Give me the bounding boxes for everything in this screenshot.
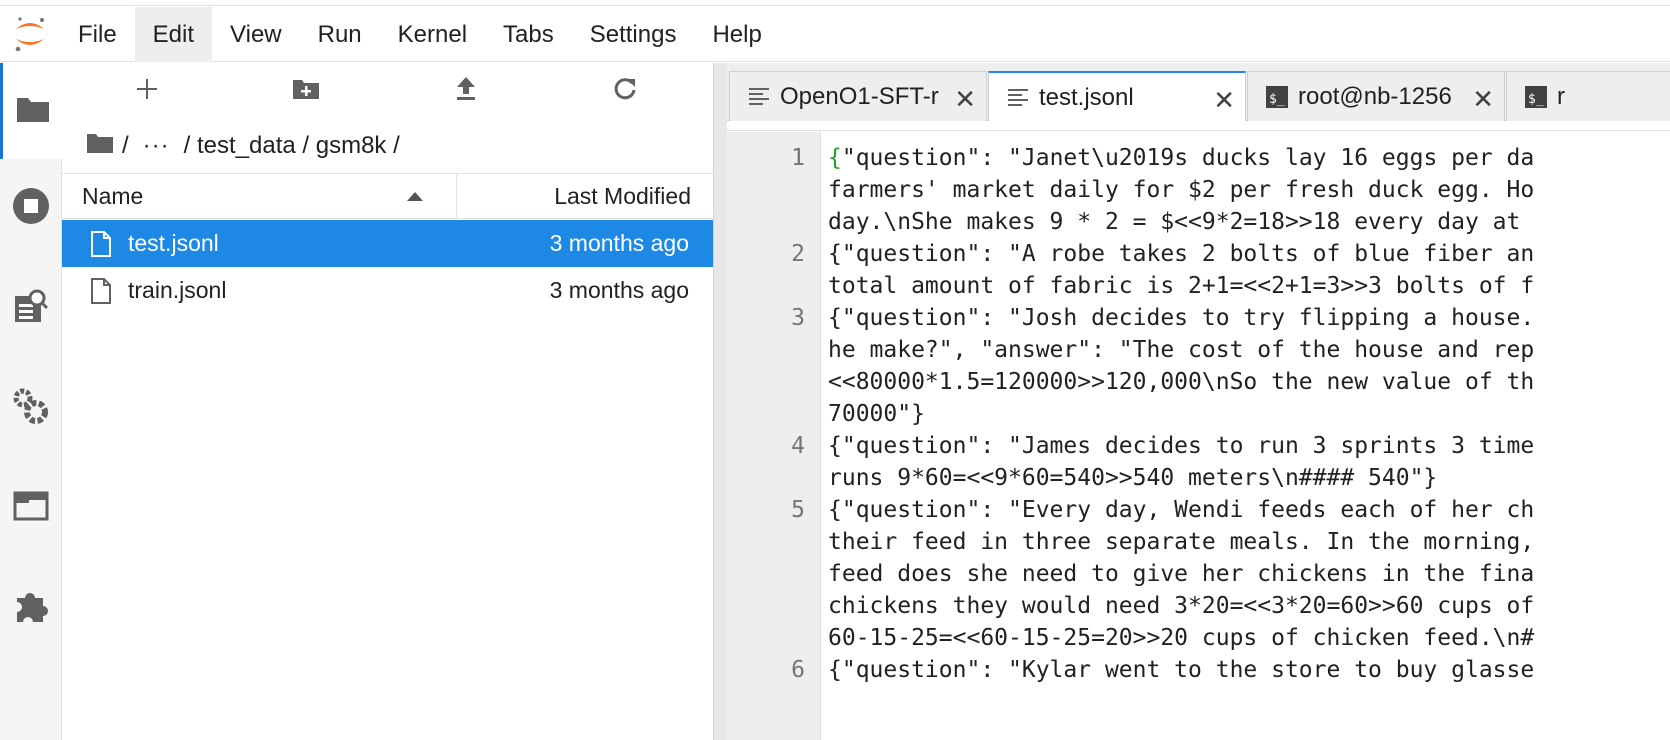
code-line: farmers' market daily for $2 per fresh d… (828, 177, 1535, 203)
breadcrumb-path[interactable]: / test_data / gsm8k / (184, 132, 400, 160)
text-file-icon (748, 87, 770, 107)
code-text: "question": "Janet\u2019s ducks lay 16 e… (841, 145, 1535, 171)
code-line: 70000"} (828, 401, 925, 427)
stop-circle-icon (12, 187, 50, 230)
file-name: test.jsonl (128, 230, 219, 256)
tab-label: test.jsonl (1039, 83, 1134, 111)
menu-settings[interactable]: Settings (572, 7, 695, 62)
tab-window-icon (13, 491, 49, 526)
file-modified: 3 months ago (549, 230, 689, 256)
close-icon[interactable]: ✕ (1472, 84, 1494, 115)
terminal-icon: $_ (1266, 85, 1288, 108)
sidebar-tab-tabs[interactable] (0, 460, 61, 556)
code-line: {"question": "James decides to run 3 spr… (828, 433, 1535, 459)
left-sidebar (0, 63, 62, 740)
line-number: 4 (791, 433, 805, 459)
breadcrumb: / ··· / test_data / gsm8k / (86, 129, 400, 163)
code-line: chickens they would need 3*20=<<3*20=60>… (828, 593, 1535, 619)
column-header-name-label: Name (82, 182, 144, 209)
upload-button[interactable] (446, 75, 486, 107)
line-number: 3 (791, 305, 805, 331)
file-icon (90, 277, 114, 305)
new-launcher-button[interactable] (127, 75, 167, 107)
refresh-button[interactable] (605, 75, 645, 107)
menu-kernel[interactable]: Kernel (380, 7, 485, 62)
line-number: 1 (791, 145, 805, 171)
matching-brace: { (828, 145, 842, 171)
file-row-train-jsonl[interactable]: train.jsonl 3 months ago (62, 267, 713, 314)
file-browser-toolbar (62, 63, 713, 119)
terminal-icon: $_ (1525, 85, 1547, 108)
folder-icon (16, 95, 50, 128)
menu-tabs[interactable]: Tabs (485, 7, 572, 62)
column-header-last-modified-label: Last Modified (554, 182, 691, 209)
plus-icon (136, 78, 158, 105)
line-number: 2 (791, 241, 805, 267)
code-line: {"question": "Josh decides to try flippi… (828, 305, 1535, 331)
new-folder-icon (292, 78, 320, 105)
tab-terminal-second[interactable]: $_ r (1506, 71, 1670, 121)
command-palette-icon (13, 288, 49, 329)
window-top-edge (0, 0, 1670, 6)
menu-run[interactable]: Run (300, 7, 380, 62)
code-line: day.\nShe makes 9 * 2 = $<<9*2=18>>18 ev… (828, 209, 1521, 235)
file-icon (90, 230, 114, 258)
code-line: their feed in three separate meals. In t… (828, 529, 1535, 555)
puzzle-piece-icon (13, 588, 49, 629)
close-icon[interactable]: ✕ (1213, 85, 1235, 116)
file-modified: 3 months ago (549, 277, 689, 303)
code-line: runs 9*60=<<9*60=540>>540 meters\n#### 5… (828, 465, 1438, 491)
tab-test-jsonl[interactable]: test.jsonl ✕ (988, 71, 1246, 122)
jupyter-logo-icon (0, 7, 60, 62)
sidebar-tab-extensions[interactable] (0, 560, 61, 656)
upload-icon (455, 76, 477, 107)
column-header-last-modified[interactable]: Last Modified (457, 174, 713, 218)
code-line: feed does she need to give her chickens … (828, 561, 1535, 587)
menu-edit[interactable]: Edit (134, 6, 213, 62)
code-line: {"question": "Kylar went to the store to… (828, 657, 1535, 683)
sidebar-tab-file-browser[interactable] (0, 63, 62, 159)
tab-label: root@nb-1256 (1298, 82, 1452, 110)
editor-toolbar (727, 121, 1670, 131)
gears-icon (12, 387, 50, 430)
code-line: {"question": "A robe takes 2 bolts of bl… (828, 241, 1535, 267)
svg-text:$_: $_ (1269, 92, 1285, 107)
tab-label: r (1557, 82, 1565, 110)
panel-splitter[interactable] (713, 63, 727, 740)
breadcrumb-ellipsis[interactable]: ··· (143, 132, 170, 160)
menu-help[interactable]: Help (694, 7, 779, 62)
line-number: 5 (791, 497, 805, 523)
sort-ascending-icon (407, 192, 423, 201)
code-line: 60-15-25=<<60-15-25=20>>20 cups of chick… (828, 625, 1535, 651)
close-icon[interactable]: ✕ (954, 84, 976, 115)
menu-view[interactable]: View (212, 7, 300, 62)
menu-bar: File Edit View Run Kernel Tabs Settings … (0, 6, 1670, 62)
code-line: <<80000*1.5=120000>>120,000\nSo the new … (828, 369, 1535, 395)
text-file-icon (1007, 88, 1029, 108)
code-line: {"question": "Every day, Wendi feeds eac… (828, 497, 1535, 523)
tab-terminal-root[interactable]: $_ root@nb-1256 ✕ (1247, 71, 1505, 121)
code-line: total amount of fabric is 2+1=<<2+1=3>>3… (828, 273, 1535, 299)
document-tab-bar: OpenO1-SFT-r ✕ test.jsonl ✕ $_ root@nb-1… (727, 63, 1670, 122)
sidebar-tab-property-inspector[interactable] (0, 360, 61, 456)
code-line: {"question": "Janet\u2019s ducks lay 16 … (828, 145, 1534, 171)
tab-label: OpenO1-SFT-r (780, 82, 939, 110)
file-browser: / ··· / test_data / gsm8k / Name Last Mo… (62, 63, 713, 740)
new-folder-button[interactable] (286, 75, 326, 107)
listing-header: Name Last Modified (62, 173, 713, 219)
file-row-test-jsonl[interactable]: test.jsonl 3 months ago (62, 220, 713, 267)
breadcrumb-root[interactable]: / (122, 132, 129, 160)
line-number: 6 (791, 657, 805, 683)
file-name: train.jsonl (128, 277, 227, 303)
refresh-icon (612, 76, 638, 107)
code-line: he make?", "answer": "The cost of the ho… (828, 337, 1535, 363)
column-header-name[interactable]: Name (62, 174, 457, 218)
svg-text:$_: $_ (1528, 92, 1544, 107)
sidebar-tab-running[interactable] (0, 160, 61, 256)
breadcrumb-home-folder-icon[interactable] (86, 132, 114, 161)
tab-openo1-sft[interactable]: OpenO1-SFT-r ✕ (729, 71, 987, 121)
sidebar-tab-commands[interactable] (0, 260, 61, 356)
menu-file[interactable]: File (60, 7, 135, 62)
